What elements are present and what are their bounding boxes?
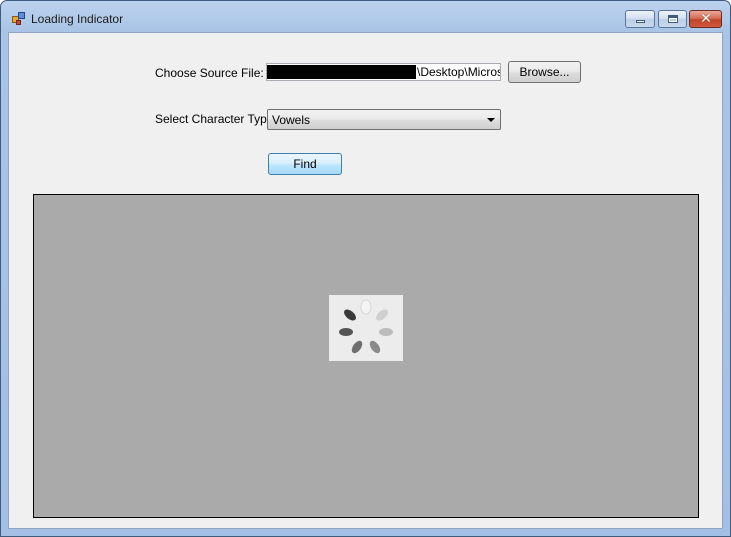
title-bar[interactable]: Loading Indicator ✕	[1, 1, 730, 34]
char-type-value: Vowels	[272, 113, 311, 127]
minimize-icon	[636, 20, 645, 23]
app-icon[interactable]	[12, 12, 26, 26]
spinner-dot	[376, 309, 388, 321]
client-area: Choose Source File: \Desktop\Microso Bro…	[8, 32, 723, 529]
close-button[interactable]: ✕	[689, 10, 722, 28]
spinner-dot	[344, 309, 356, 321]
spinner-dot	[351, 340, 363, 354]
find-button[interactable]: Find	[268, 153, 342, 175]
spinner-icon	[339, 299, 393, 354]
char-type-select[interactable]: Vowels	[267, 109, 501, 130]
spinner-dot	[339, 328, 353, 336]
loading-spinner	[329, 295, 403, 361]
chevron-down-icon[interactable]	[487, 118, 495, 122]
app-window: Loading Indicator ✕ Choose Source File: …	[0, 0, 731, 537]
result-panel	[33, 194, 699, 518]
maximize-icon	[668, 15, 678, 23]
source-file-field[interactable]: \Desktop\Microso	[266, 63, 501, 81]
spinner-dot	[360, 299, 372, 315]
close-icon: ✕	[700, 11, 712, 27]
source-file-label: Choose Source File:	[155, 66, 264, 80]
spinner-dot	[379, 328, 393, 336]
source-file-value: \Desktop\Microso	[417, 65, 501, 79]
spinner-dot	[369, 340, 381, 354]
char-type-label: Select Character Type:	[155, 112, 277, 126]
redacted-path	[267, 65, 416, 79]
browse-button[interactable]: Browse...	[508, 61, 581, 83]
minimize-button[interactable]	[625, 10, 655, 28]
maximize-button[interactable]	[658, 10, 687, 28]
window-title: Loading Indicator	[31, 12, 124, 26]
